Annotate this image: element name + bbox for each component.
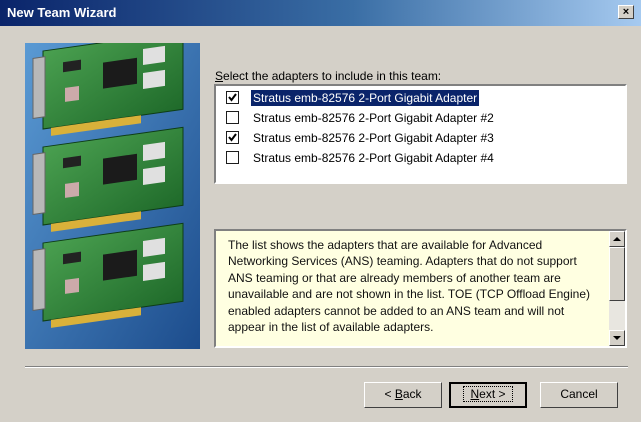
adapter-label: Stratus emb-82576 2-Port Gigabit Adapter… (253, 151, 494, 165)
scroll-up-button[interactable] (609, 231, 625, 247)
window-title: New Team Wizard (7, 5, 117, 20)
back-button-label: ack (402, 387, 422, 401)
adapter-checkbox[interactable] (226, 111, 239, 124)
next-button-focus: Next > (463, 386, 513, 402)
cancel-button[interactable]: Cancel (540, 382, 618, 408)
check-mark-icon (228, 133, 237, 142)
adapter-label: Stratus emb-82576 2-Port Gigabit Adapter… (253, 111, 494, 125)
back-button-prefix: < (384, 387, 395, 401)
next-button[interactable]: Next > (449, 382, 527, 408)
adapter-list-item[interactable]: Stratus emb-82576 2-Port Gigabit Adapter… (221, 148, 625, 168)
adapter-label: Stratus emb-82576 2-Port Gigabit Adapter (249, 89, 481, 107)
next-button-label: ext > (479, 387, 506, 401)
adapter-checkbox[interactable] (226, 91, 239, 104)
adapter-list-prompt: Select the adapters to include in this t… (215, 69, 441, 83)
adapter-checkbox[interactable] (226, 131, 239, 144)
title-bar[interactable]: New Team Wizard × (0, 0, 641, 26)
adapter-label: Stratus emb-82576 2-Port Gigabit Adapter… (253, 131, 494, 145)
prompt-text: elect the adapters to include in this te… (223, 69, 442, 83)
scroll-down-button[interactable] (609, 330, 625, 346)
info-textbox[interactable]: The list shows the adapters that are ava… (214, 229, 627, 348)
adapter-list-item[interactable]: Stratus emb-82576 2-Port Gigabit Adapter (221, 88, 625, 108)
new-team-wizard-dialog: New Team Wizard × Select the adapters to… (0, 0, 641, 422)
check-mark-icon (228, 93, 237, 102)
adapter-checkbox[interactable] (226, 151, 239, 164)
prompt-accelerator: S (215, 69, 224, 83)
close-button[interactable]: × (618, 5, 634, 19)
scroll-up-arrow-icon (613, 237, 621, 241)
adapter-listbox[interactable]: Stratus emb-82576 2-Port Gigabit Adapter… (214, 84, 627, 184)
info-scrollbar[interactable] (609, 231, 625, 346)
adapter-list-item[interactable]: Stratus emb-82576 2-Port Gigabit Adapter… (221, 108, 625, 128)
scrollbar-thumb[interactable] (609, 247, 625, 301)
separator-line (25, 366, 628, 368)
network-adapter-cards-image (25, 43, 200, 349)
next-button-accelerator: N (470, 387, 480, 401)
back-button-accelerator: B (394, 387, 403, 401)
back-button[interactable]: < Back (364, 382, 442, 408)
info-text: The list shows the adapters that are ava… (228, 238, 590, 335)
scroll-down-arrow-icon (613, 336, 621, 340)
adapter-list-item[interactable]: Stratus emb-82576 2-Port Gigabit Adapter… (221, 128, 625, 148)
close-icon[interactable]: × (623, 6, 629, 18)
stacked-network-adapter-cards-icon (25, 43, 200, 349)
cancel-button-label: Cancel (560, 387, 598, 401)
